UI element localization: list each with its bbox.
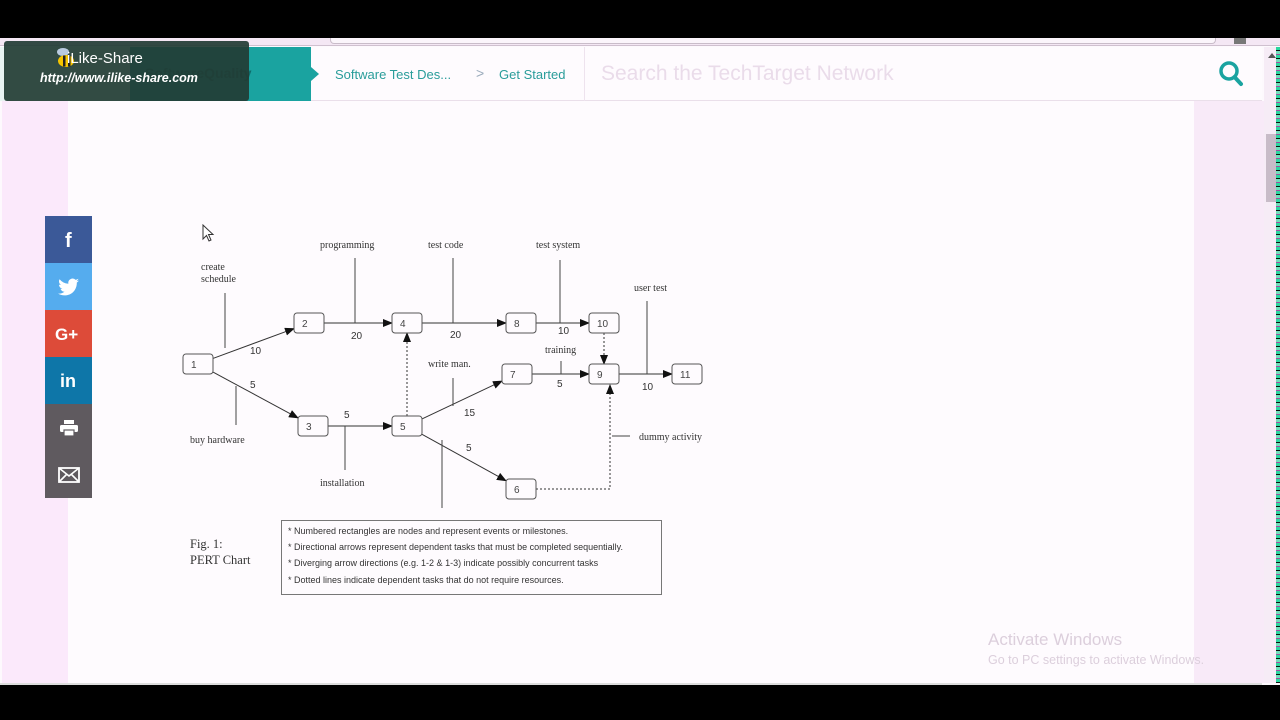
facebook-icon: f — [65, 230, 72, 250]
svg-text:f: f — [65, 230, 72, 250]
edge-arrow — [536, 384, 614, 490]
activate-windows-subtitle: Go to PC settings to activate Windows. — [988, 653, 1205, 667]
milestone-node — [293, 312, 325, 334]
watermark-title: iLike-Share — [67, 50, 143, 67]
social-share-bar: f G+ in — [45, 216, 92, 498]
task-label: write man. — [428, 359, 471, 370]
legend-item: * Diverging arrow directions (e.g. 1-2 &… — [288, 558, 599, 569]
figure-title: PERT Chart — [190, 553, 251, 567]
milestone-node — [182, 353, 214, 375]
breadcrumb-separator: > — [476, 65, 485, 81]
milestone-node — [391, 415, 423, 437]
address-bar[interactable] — [330, 38, 1216, 44]
milestone-node — [297, 415, 329, 437]
extension-icon[interactable] — [1234, 38, 1246, 44]
node-number: 8 — [514, 319, 520, 330]
search-icon — [1219, 61, 1243, 86]
task-label: test system — [536, 240, 580, 251]
search-bar — [584, 47, 1262, 101]
svg-text:G+: G+ — [55, 325, 78, 344]
figure-legend-box: * Numbered rectangles are nodes and repr… — [281, 520, 662, 595]
edge-arrow — [421, 380, 503, 420]
milestone-node — [391, 312, 423, 334]
scroll-up-arrow-icon[interactable] — [1268, 53, 1276, 58]
duration-label: 15 — [464, 408, 476, 419]
node-number: 11 — [680, 370, 691, 381]
breadcrumb-software-test-design[interactable]: Software Test Des... — [335, 67, 451, 82]
breadcrumb-get-started[interactable]: Get Started — [499, 67, 565, 82]
legend-item: * Dotted lines indicate dependent tasks … — [288, 574, 564, 585]
activate-windows-title: Activate Windows — [988, 630, 1123, 649]
duration-label: 10 — [558, 326, 570, 337]
task-label: create — [201, 262, 225, 273]
mouse-cursor-icon — [202, 224, 215, 242]
ilike-share-watermark: iLike-Share http://www.ilike-share.com — [4, 41, 249, 101]
share-facebook-button[interactable]: f — [45, 216, 92, 263]
task-label: user test — [634, 283, 667, 294]
node-number: 3 — [306, 422, 312, 433]
edge-arrow — [421, 433, 507, 482]
google-plus-icon: G+ — [55, 325, 78, 344]
milestone-node — [501, 363, 533, 385]
browser-viewport: SoftwareQuality Software Test Des... > G… — [0, 38, 1280, 685]
duration-label: 20 — [450, 330, 462, 341]
node-number: 7 — [510, 370, 516, 381]
email-button[interactable] — [45, 451, 92, 498]
printer-icon — [59, 419, 78, 437]
task-label: test code — [428, 240, 464, 251]
task-label: training — [545, 345, 576, 356]
node-number: 10 — [597, 319, 609, 330]
duration-label: 20 — [351, 331, 363, 342]
milestone-node — [588, 363, 620, 385]
duration-label: 5 — [466, 443, 472, 454]
share-linkedin-button[interactable]: in — [45, 357, 92, 404]
horizontal-scrollbar-track[interactable] — [0, 683, 1262, 685]
node-number: 4 — [400, 319, 406, 330]
node-number: 9 — [597, 370, 603, 381]
milestone-node — [505, 312, 537, 334]
svg-text:in: in — [60, 371, 76, 391]
screen-edge-artifact — [1276, 47, 1280, 683]
watermark-url: http://www.ilike-share.com — [40, 71, 198, 85]
legend-item: * Numbered rectangles are nodes and repr… — [288, 526, 569, 536]
right-gutter — [1194, 101, 1264, 683]
node-number: 6 — [514, 485, 520, 496]
duration-label: 5 — [557, 379, 563, 390]
duration-label: 10 — [250, 346, 262, 357]
node-number: 5 — [400, 422, 406, 433]
edge-arrow — [212, 371, 299, 419]
search-input[interactable] — [585, 47, 1185, 101]
task-label: dummy activity — [639, 432, 702, 443]
figure-caption: Fig. 1: PERT Chart — [190, 536, 250, 568]
task-label: schedule — [201, 274, 237, 285]
share-google-plus-button[interactable]: G+ — [45, 310, 92, 357]
task-label: buy hardware — [190, 435, 245, 446]
search-button[interactable] — [1215, 59, 1249, 89]
node-number: 1 — [191, 360, 197, 371]
linkedin-icon: in — [60, 371, 76, 391]
duration-label: 5 — [250, 380, 256, 391]
milestone-node — [505, 478, 537, 500]
envelope-icon — [57, 466, 80, 483]
pert-chart-diagram: 1 2 3 4 5 6 7 8 9 10 11 createschedule 10 buy hardwa… — [182, 240, 703, 508]
task-leader-lines — [224, 258, 648, 508]
legend-item: * Directional arrows represent dependent… — [288, 542, 624, 553]
activate-windows-watermark: Activate Windows Go to PC settings to ac… — [988, 630, 1204, 667]
twitter-icon — [57, 278, 79, 295]
duration-label: 5 — [344, 410, 350, 421]
task-label: installation — [320, 478, 364, 489]
node-number: 2 — [302, 319, 308, 330]
figure-number: Fig. 1: — [190, 537, 223, 551]
duration-label: 10 — [642, 382, 654, 393]
share-twitter-button[interactable] — [45, 263, 92, 310]
task-label: programming — [320, 240, 374, 251]
print-button[interactable] — [45, 404, 92, 451]
